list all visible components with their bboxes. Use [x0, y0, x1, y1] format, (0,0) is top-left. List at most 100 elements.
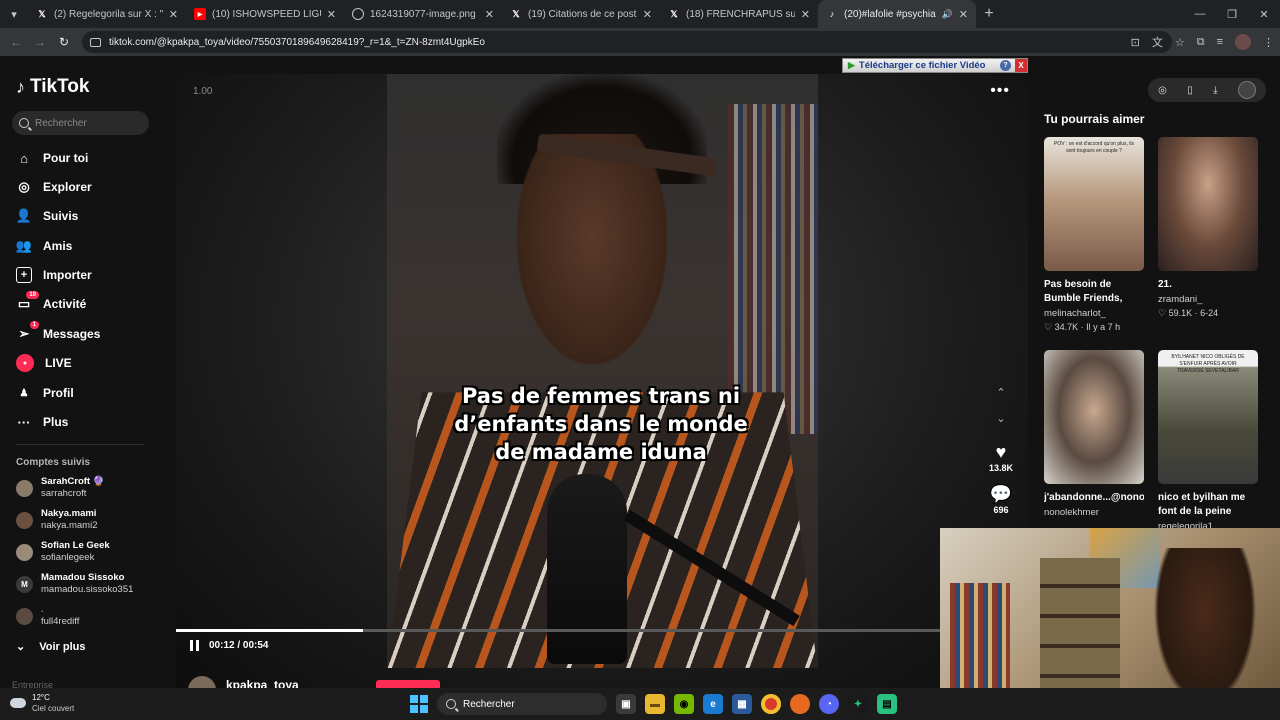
sidebar-item-importer[interactable]: + Importer — [16, 265, 92, 285]
tab-search-icon[interactable]: ▾ — [0, 0, 28, 28]
taskbar-search[interactable]: Rechercher — [437, 693, 607, 715]
close-icon[interactable]: X — [1015, 59, 1027, 72]
app-icon[interactable]: ▤ — [877, 694, 897, 714]
translate-icon[interactable]: 文 — [1152, 34, 1163, 50]
download-extension-button[interactable]: ▶ Télécharger ce fichier Vidéo ? X — [842, 58, 1028, 73]
play-icon: ▶ — [848, 60, 855, 70]
app-icon[interactable]: ✦ — [848, 694, 868, 714]
close-tab-icon[interactable]: ✕ — [327, 8, 336, 21]
heart-icon: ♡ — [1044, 322, 1053, 332]
sidebar-item-label: Explorer — [43, 180, 92, 194]
phone-icon[interactable]: ▯ — [1187, 85, 1193, 96]
cloud-icon — [10, 698, 26, 708]
compass-small-icon[interactable]: ◎ — [1158, 85, 1167, 96]
thumbnail-text: POV : on est d'accord qu'on plus, ils so… — [1053, 141, 1134, 154]
sidebar-item-suivis[interactable]: 👤 Suivis — [16, 206, 78, 226]
weather-widget[interactable]: 12°C Ciel couvert — [10, 692, 74, 714]
browser-tab[interactable]: ▶ (10) ISHOWSPEED LIGUE DE FO ✕ — [186, 0, 344, 28]
follow-button[interactable] — [376, 680, 440, 688]
video-player[interactable]: Pas de femmes trans ni d’enfants dans le… — [176, 74, 1028, 688]
edge-icon[interactable]: e — [703, 694, 723, 714]
restore-icon[interactable]: ❐ — [1216, 8, 1248, 21]
audio-playing-icon[interactable]: 🔊 — [942, 9, 953, 20]
see-more-label: Voir plus — [39, 640, 86, 653]
weather-desc: Ciel couvert — [32, 704, 75, 713]
windows-start-icon[interactable] — [410, 695, 428, 713]
suggested-video-card[interactable]: POV : on est d'accord qu'on plus, ils so… — [1044, 137, 1144, 333]
chrome-icon[interactable] — [761, 694, 781, 714]
close-tab-icon[interactable]: ✕ — [485, 8, 494, 21]
browser-tab-active[interactable]: ♪ (20)#lafolie #psychiatrie # 🔊 ✕ — [818, 0, 976, 28]
followed-account[interactable]: . full4rediff — [16, 604, 79, 628]
bookmark-star-icon[interactable]: ☆ — [1175, 36, 1185, 49]
browser-menu-icon[interactable]: ⋮ — [1263, 36, 1274, 49]
playback-speed[interactable]: 1.00 — [193, 86, 212, 97]
file-explorer-icon[interactable]: ▬ — [645, 694, 665, 714]
close-tab-icon[interactable]: ✕ — [643, 8, 652, 21]
progress-bar[interactable] — [176, 629, 1028, 632]
video-frame[interactable] — [387, 74, 818, 668]
sidebar-item-activite[interactable]: ▭ 19 Activité — [16, 291, 86, 314]
user-avatar[interactable] — [1237, 81, 1256, 99]
suggested-video-card[interactable]: 21. zramdani_ ♡ 59.1K · 6-24 — [1158, 137, 1258, 319]
account-name: Mamadou Sissoko — [41, 572, 125, 583]
close-tab-icon[interactable]: ✕ — [801, 8, 810, 21]
close-tab-icon[interactable]: ✕ — [959, 8, 968, 21]
close-window-icon[interactable]: ✕ — [1248, 8, 1280, 21]
author-avatar[interactable] — [188, 676, 216, 688]
previous-video-icon[interactable]: ⌃ — [992, 386, 1010, 399]
followed-account[interactable]: Sofian Le Geek sofianlegeek — [16, 540, 110, 564]
account-handle: full4rediff — [41, 616, 80, 627]
next-video-icon[interactable]: ⌄ — [992, 412, 1010, 425]
close-tab-icon[interactable]: ✕ — [169, 8, 178, 21]
followed-account[interactable]: M Mamadou Sissoko mamadou.sissoko351 — [16, 572, 133, 596]
help-icon[interactable]: ? — [1000, 60, 1011, 71]
browser-tab-strip: ▾ 𝕏 (2) Regelegorila sur X : "nico et ✕ … — [0, 0, 1280, 28]
download-icon[interactable]: ⤓ — [1213, 85, 1217, 96]
browser-tab[interactable]: 1624319077-image.png (606× ✕ — [344, 0, 502, 28]
reading-list-icon[interactable]: ≡ — [1217, 36, 1223, 48]
browser-tab[interactable]: 𝕏 (19) Citations de ce post / X ✕ — [502, 0, 660, 28]
task-view-icon[interactable]: ▣ — [616, 694, 636, 714]
browser-tab[interactable]: 𝕏 (18) FRENCHRAPUS sur X : " ✕ — [660, 0, 818, 28]
install-app-icon[interactable]: ⊡ — [1131, 36, 1140, 49]
sidebar-item-messages[interactable]: ➢ 1 Messages — [16, 321, 100, 344]
followed-account[interactable]: SarahCroft 🔮 sarrahcroft — [16, 476, 105, 500]
url-field[interactable]: tiktok.com/@kpakpa_toya/video/7550370189… — [82, 31, 1172, 53]
see-more-button[interactable]: ⌄ Voir plus — [16, 640, 86, 654]
sidebar-item-plus[interactable]: ··· Plus — [16, 412, 69, 432]
comment-button[interactable]: 💬 696 — [984, 484, 1018, 515]
nvidia-icon[interactable]: ◉ — [674, 694, 694, 714]
extensions-icon[interactable]: ⧉ — [1197, 36, 1205, 49]
sidebar-item-explorer[interactable]: ◎ Explorer — [16, 177, 92, 197]
sidebar-item-amis[interactable]: 👥 Amis — [16, 236, 72, 256]
back-icon[interactable]: ← — [4, 35, 28, 49]
firefox-icon[interactable] — [790, 694, 810, 714]
browser-tab[interactable]: 𝕏 (2) Regelegorila sur X : "nico et ✕ — [28, 0, 186, 28]
followed-account[interactable]: Nakya.mami nakya.mami2 — [16, 508, 98, 532]
profile-avatar-icon[interactable] — [1235, 34, 1251, 50]
minimize-icon[interactable]: — — [1184, 8, 1216, 21]
more-options-icon[interactable]: ••• — [990, 82, 1010, 100]
pause-icon[interactable] — [190, 640, 199, 651]
download-label: Télécharger ce fichier Vidéo — [858, 60, 986, 71]
author-name[interactable]: kpakpa_toya — [226, 678, 299, 688]
tiktok-logo[interactable]: ♪ TikTok — [16, 76, 89, 98]
reload-icon[interactable]: ↻ — [52, 35, 76, 49]
sidebar-item-label: Importer — [43, 268, 92, 282]
sidebar-item-profil[interactable]: ♟ Profil — [16, 383, 74, 403]
search-input[interactable]: Rechercher — [12, 111, 149, 135]
suggested-video-card[interactable]: j'abandonne...@nonolekhmer nonolekhmer — [1044, 350, 1144, 518]
search-icon — [19, 118, 29, 128]
comment-count: 696 — [993, 505, 1009, 515]
discord-icon[interactable]: ◔ — [819, 694, 839, 714]
sidebar-item-live[interactable]: ● LIVE — [16, 353, 72, 373]
forward-icon[interactable]: → — [28, 35, 52, 49]
store-icon[interactable]: ▦ — [732, 694, 752, 714]
suggested-video-card[interactable]: BYILHANET NICO OBLIGÉS DE S'ENFUIR APRÈS… — [1158, 350, 1258, 532]
new-tab-button[interactable]: + — [976, 5, 1002, 23]
sidebar-item-pour-toi[interactable]: ⌂ Pour toi — [16, 148, 88, 168]
like-button[interactable]: ♥ 13.8K — [984, 442, 1018, 473]
site-info-icon[interactable] — [90, 37, 101, 47]
more-icon: ··· — [17, 414, 31, 430]
